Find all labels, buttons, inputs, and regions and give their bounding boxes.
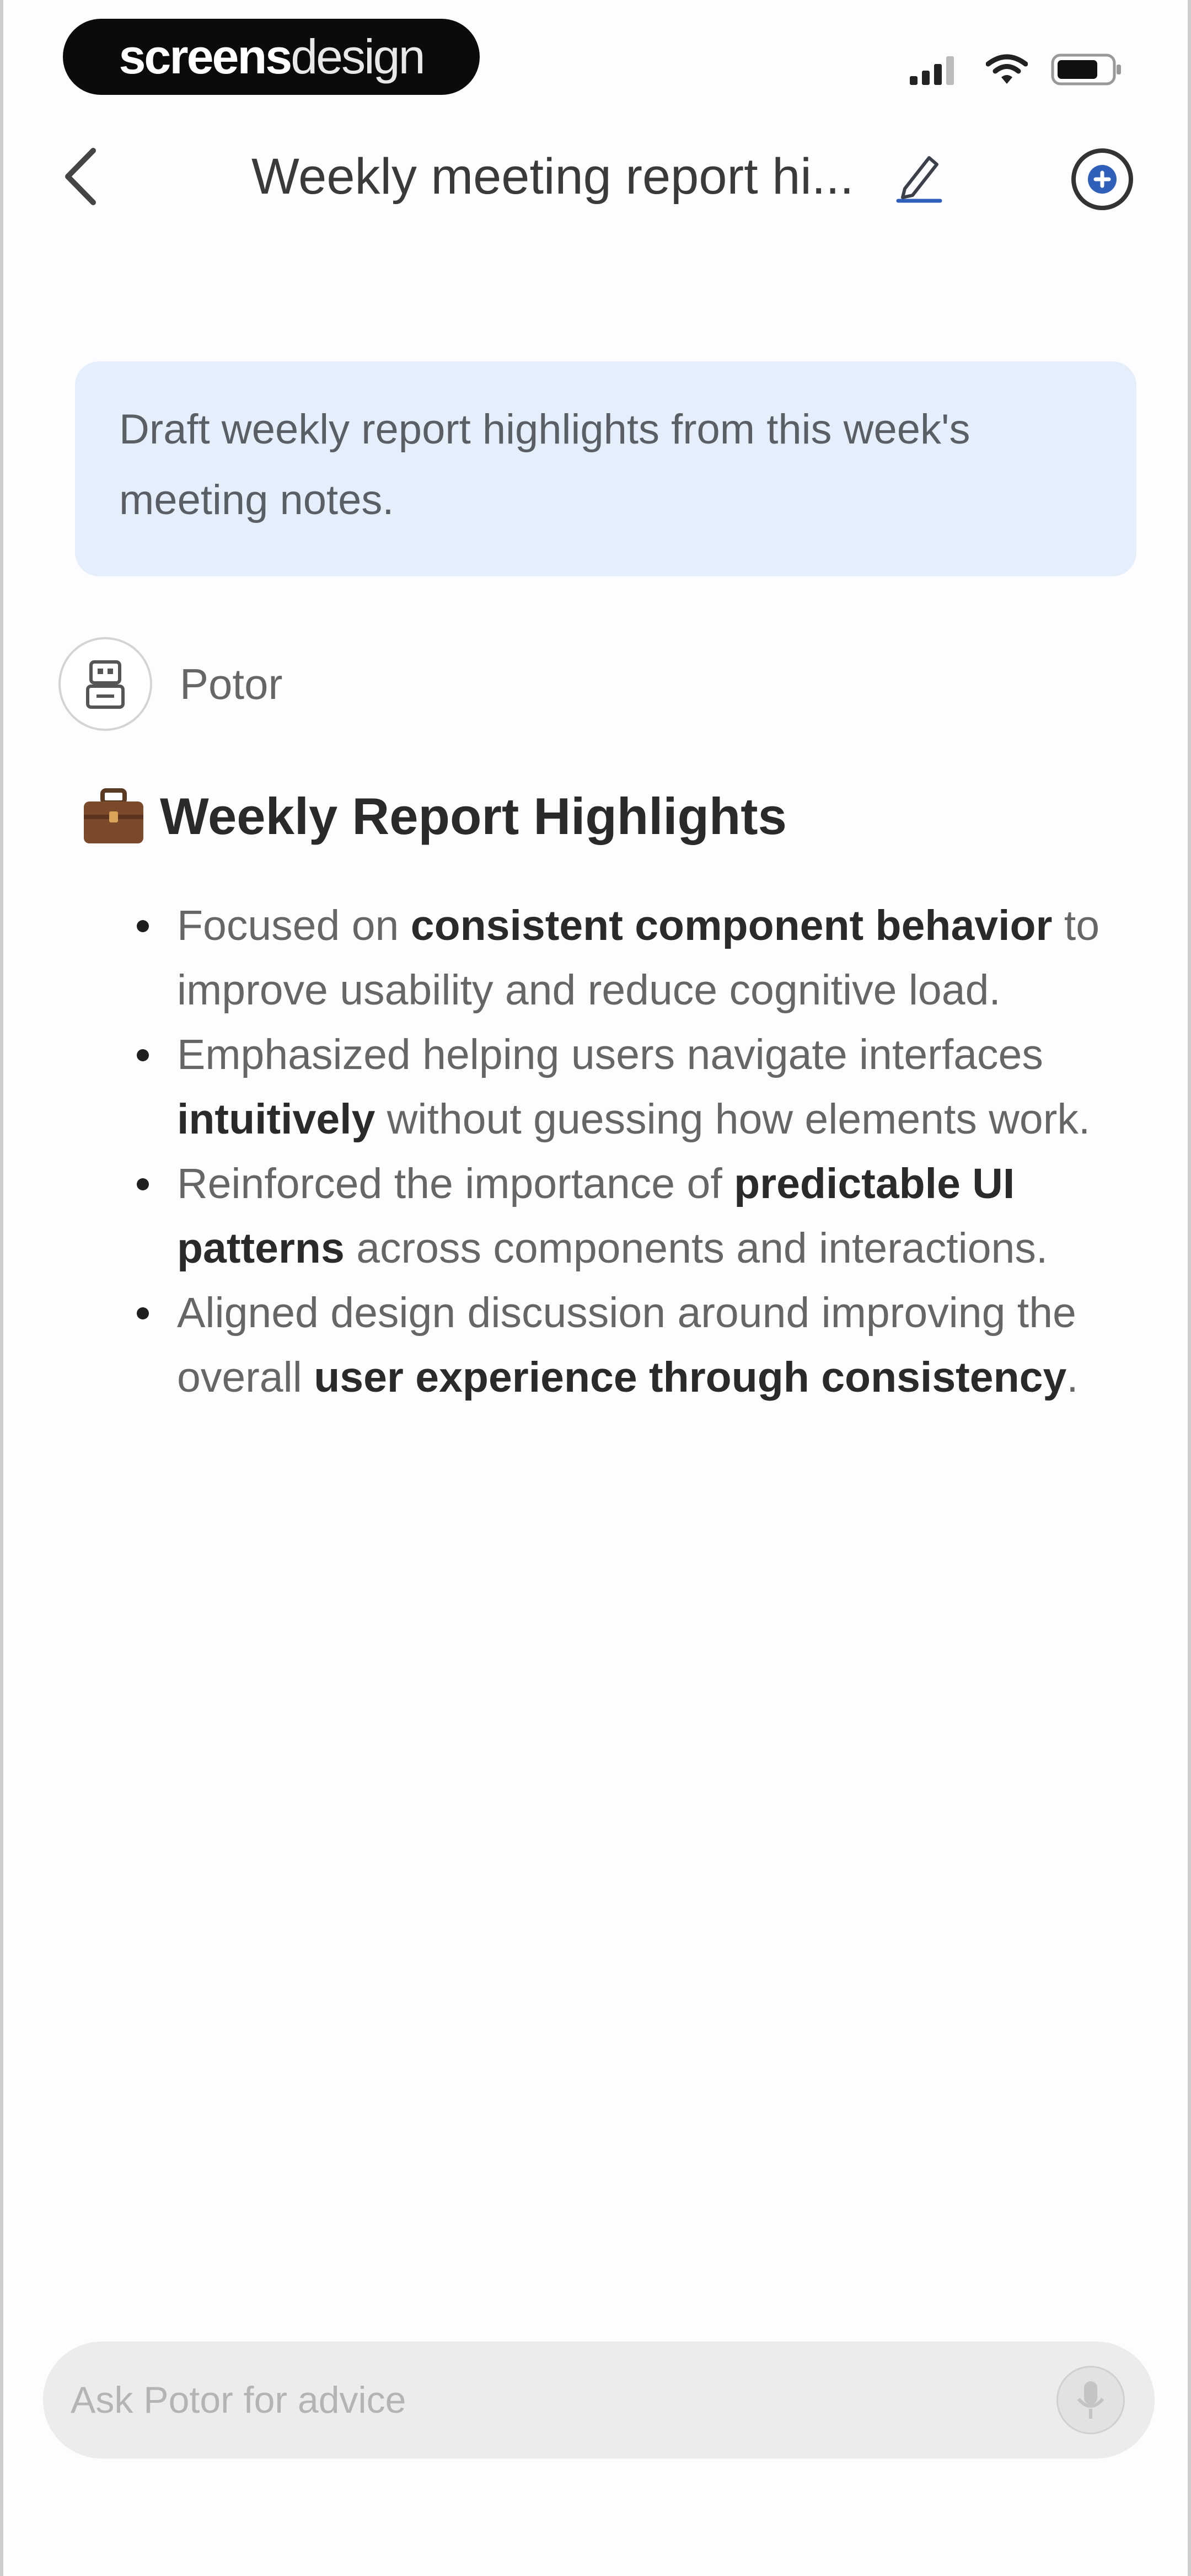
back-button[interactable] bbox=[47, 138, 114, 215]
wifi-icon bbox=[986, 54, 1028, 84]
response-heading: Weekly Report Highlights bbox=[81, 772, 787, 861]
microphone-icon bbox=[1077, 2381, 1104, 2419]
pencil-icon bbox=[896, 156, 942, 203]
message-composer bbox=[43, 2342, 1155, 2459]
message-input[interactable] bbox=[69, 2358, 1056, 2442]
plus-circle-icon bbox=[1071, 148, 1133, 210]
assistant-name: Potor bbox=[180, 659, 283, 708]
highlight-emphasis: intuitively bbox=[177, 1095, 375, 1143]
brand-text-light: design bbox=[291, 29, 425, 84]
cellular-signal-icon bbox=[910, 56, 954, 85]
new-chat-button[interactable] bbox=[1066, 143, 1138, 215]
highlight-item: Emphasized helping users navigate interf… bbox=[125, 1023, 1134, 1152]
battery-icon bbox=[1051, 54, 1121, 85]
highlight-text: Emphasized helping users navigate interf… bbox=[177, 1031, 1043, 1078]
user-message-bubble: Draft weekly report highlights from this… bbox=[75, 361, 1136, 576]
conversation-title: Weekly meeting report hi... bbox=[251, 148, 854, 205]
highlight-emphasis: user experience through consistency bbox=[314, 1354, 1067, 1401]
chevron-left-icon bbox=[65, 148, 96, 205]
navigation-bar: Weekly meeting report hi... bbox=[3, 127, 1191, 226]
edit-title-button[interactable] bbox=[886, 143, 952, 210]
status-bar: screens design bbox=[3, 0, 1191, 121]
highlight-text: . bbox=[1066, 1354, 1079, 1401]
highlights-list: Focused on consistent component behavior… bbox=[125, 894, 1134, 1410]
highlight-item: Reinforced the importance of predictable… bbox=[125, 1152, 1134, 1281]
robot-icon bbox=[86, 660, 125, 709]
brand-text-strong: screens bbox=[119, 29, 292, 84]
highlight-text: across components and interactions. bbox=[344, 1225, 1048, 1272]
assistant-avatar bbox=[58, 637, 152, 731]
highlight-emphasis: consistent component behavior bbox=[410, 902, 1053, 949]
highlight-text: Reinforced the importance of bbox=[177, 1160, 734, 1207]
brand-badge: screens design bbox=[63, 19, 480, 95]
highlight-text: without guessing how elements work. bbox=[375, 1095, 1091, 1143]
briefcase-icon bbox=[84, 788, 143, 843]
highlight-text: Focused on bbox=[177, 902, 411, 949]
app-screen: screens design Weekly meeting report hi.… bbox=[0, 0, 1191, 2576]
response-heading-text: Weekly Report Highlights bbox=[160, 787, 787, 845]
assistant-header: Potor bbox=[58, 634, 282, 734]
highlight-item: Focused on consistent component behavior… bbox=[125, 894, 1134, 1023]
highlight-item: Aligned design discussion around improvi… bbox=[125, 1281, 1134, 1410]
voice-input-button[interactable] bbox=[1056, 2366, 1125, 2434]
status-icons bbox=[910, 47, 1123, 92]
